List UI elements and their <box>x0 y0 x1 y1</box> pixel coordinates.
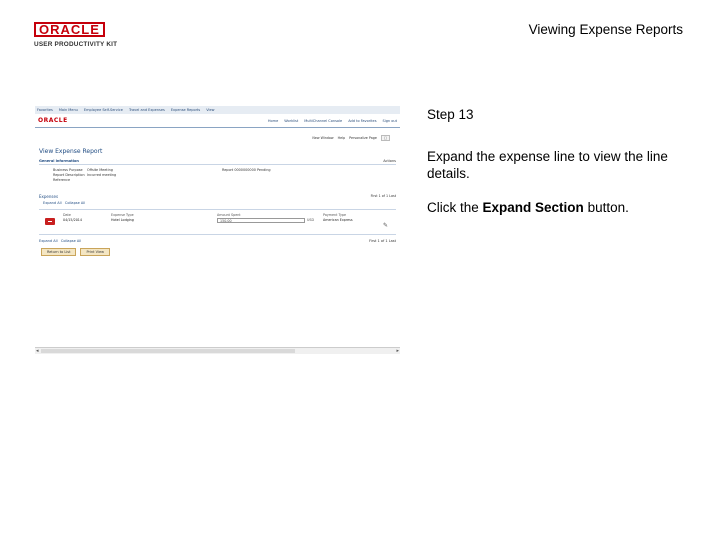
print-view-button[interactable]: Print View <box>80 247 110 256</box>
breadcrumb-main-menu[interactable]: Main Menu <box>59 108 78 112</box>
logo-product-name: USER PRODUCTIVITY KIT <box>34 41 118 48</box>
edit-pencil-icon[interactable]: ✎ <box>383 222 388 229</box>
expense-type-label: Expense Type <box>111 212 134 217</box>
action-suffix: button. <box>583 200 629 215</box>
report-value: 0000000000 Pending <box>234 168 271 172</box>
general-info-title: General Information <box>39 159 79 163</box>
breadcrumb-travel[interactable]: Travel and Expenses <box>129 108 165 112</box>
collapse-all-link[interactable]: Collapse All <box>65 201 85 205</box>
oracle-upk-logo: ORACLE USER PRODUCTIVITY KIT <box>34 22 134 48</box>
date-value: 04/15/2014 <box>63 217 83 222</box>
app-logo: ORACLE <box>38 117 68 124</box>
scrollbar-thumb[interactable] <box>41 349 295 353</box>
expenses-footer: Expand All Collapse All First 1 of 1 Las… <box>39 239 396 243</box>
expenses-header: Expenses First 1 of 1 Last <box>39 194 396 199</box>
date-column: Date 04/15/2014 <box>63 213 82 223</box>
application-screenshot: Favorites Main Menu Employee Self-Servic… <box>35 106 400 354</box>
new-window-link[interactable]: New Window <box>312 136 333 140</box>
document-title: Viewing Expense Reports <box>528 22 683 37</box>
payment-type-value: American Express <box>323 217 353 222</box>
report-description-value: Incurred meeting <box>87 173 117 178</box>
general-info-header: General Information Actions <box>39 159 396 165</box>
ps-breadcrumb-bar: Favorites Main Menu Employee Self-Servic… <box>35 106 400 114</box>
expand-collapse-links: Expand All Collapse All <box>43 201 400 205</box>
expand-section-button[interactable] <box>45 217 55 225</box>
logo-brand: ORACLE <box>34 22 134 37</box>
page-utility-bar: New Window Help Personalize Page □ <box>35 134 400 142</box>
collapse-all-link-bottom[interactable]: Collapse All <box>61 239 81 243</box>
personalize-link[interactable]: Personalize Page <box>349 136 377 140</box>
page-title: View Expense Report <box>39 148 103 155</box>
ps-header: ORACLE Home Worklist MultiChannel Consol… <box>35 114 400 128</box>
expand-all-link-bottom[interactable]: Expand All <box>39 239 58 243</box>
link-worklist[interactable]: Worklist <box>284 119 298 123</box>
expense-line: Date 04/15/2014 Expense Type Hotel Lodgi… <box>39 208 396 235</box>
step-number: Step 13 <box>427 107 474 122</box>
reference-label: Reference <box>53 178 71 183</box>
expense-type-value: Hotel Lodging <box>111 217 134 222</box>
action-prefix: Click the <box>427 200 483 215</box>
page-buttons: Return to List Print View <box>41 247 400 256</box>
payment-type-column: Payment Type American Express <box>323 213 353 223</box>
report-label: Report <box>222 168 234 172</box>
breadcrumb-self-service[interactable]: Employee Self-Service <box>84 108 123 112</box>
link-sign-out[interactable]: Sign out <box>383 119 397 123</box>
scroll-right-icon[interactable]: ▸ <box>396 348 399 354</box>
scroll-left-icon[interactable]: ◂ <box>36 348 39 354</box>
breadcrumb-expense-reports[interactable]: Expense Reports <box>171 108 200 112</box>
expense-type-column: Expense Type Hotel Lodging <box>111 213 134 223</box>
amount-field[interactable]: 150.00 <box>217 217 305 223</box>
instruction-text: Expand the expense line to view the line… <box>427 149 668 181</box>
breadcrumb-view[interactable]: View <box>206 108 214 112</box>
link-multichannel[interactable]: MultiChannel Console <box>304 119 342 123</box>
expenses-pager[interactable]: First 1 of 1 Last <box>371 194 396 199</box>
horizontal-scrollbar[interactable]: ◂ ▸ <box>35 347 400 354</box>
page-button[interactable]: □ <box>380 135 390 141</box>
link-home[interactable]: Home <box>268 119 278 123</box>
breadcrumb-favorites[interactable]: Favorites <box>37 108 53 112</box>
currency-code: USD <box>307 217 315 222</box>
action-instruction: Click the Expand Section button. <box>427 199 697 216</box>
link-add-favorites[interactable]: Add to Favorites <box>348 119 376 123</box>
expand-all-link[interactable]: Expand All <box>43 201 62 205</box>
expenses-pager-bottom[interactable]: First 1 of 1 Last <box>369 239 396 243</box>
amount-column: Amount Spent 150.00 USD <box>217 213 314 223</box>
actions-link[interactable]: Actions <box>383 159 396 163</box>
expenses-title: Expenses <box>39 193 59 199</box>
help-link[interactable]: Help <box>338 136 346 140</box>
return-to-list-button[interactable]: Return to List <box>41 247 77 256</box>
header-links: Home Worklist MultiChannel Console Add t… <box>268 119 397 123</box>
general-info-fields: Business Purpose Offsite Meeting Report … <box>53 168 400 184</box>
action-target: Expand Section <box>482 200 584 215</box>
